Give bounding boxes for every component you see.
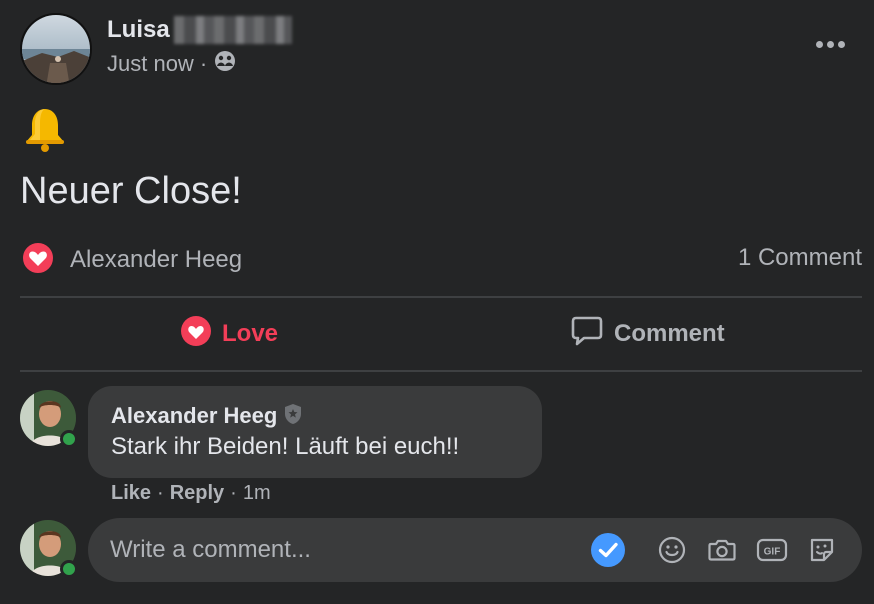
divider — [20, 296, 862, 298]
avatar-photo — [22, 15, 90, 83]
love-icon — [180, 315, 212, 354]
meta-separator: · — [199, 51, 208, 76]
love-reaction-icon — [20, 240, 56, 281]
comment-actions: Like · Reply · 1m — [111, 480, 271, 506]
admin-shield-icon — [283, 403, 303, 430]
friends-icon[interactable] — [213, 49, 237, 79]
separator: · — [230, 481, 237, 504]
gif-label: GIF — [764, 547, 781, 558]
gif-icon[interactable]: GIF — [754, 532, 790, 568]
more-options-button[interactable] — [812, 30, 848, 58]
comment-composer: GIF — [88, 518, 862, 582]
redacted-surname — [173, 16, 292, 44]
post-text: Neuer Close! — [20, 170, 242, 212]
comment-author-row: Alexander Heeg — [111, 402, 303, 430]
love-label: Love — [222, 320, 279, 347]
more-dot-icon — [815, 40, 823, 48]
emoji-icon[interactable] — [654, 532, 690, 568]
comment-count[interactable]: 1 Comment — [738, 244, 862, 272]
comment-time[interactable]: 1m — [243, 482, 271, 505]
more-dot-icon — [837, 40, 845, 48]
bell-icon — [26, 109, 64, 152]
divider — [20, 370, 862, 372]
love-button[interactable]: Love — [180, 312, 278, 356]
author-header: Luisa — [107, 14, 292, 46]
reactor-name[interactable]: Alexander Heeg — [70, 246, 242, 274]
author-avatar[interactable] — [20, 13, 92, 85]
comment-bubble — [88, 386, 542, 478]
separator: · — [157, 481, 164, 504]
online-status-indicator — [60, 430, 78, 448]
comment-text: Stark ihr Beiden! Läuft bei euch!! — [111, 433, 460, 460]
comment-like-button[interactable]: Like — [111, 482, 151, 505]
bell-emoji — [20, 104, 70, 154]
comment-bubble-icon — [570, 315, 604, 354]
online-status-indicator — [60, 560, 78, 578]
comment-button[interactable]: Comment — [570, 312, 725, 356]
comment-input[interactable] — [110, 532, 580, 568]
post-meta: Just now · — [107, 50, 237, 78]
camera-icon[interactable] — [704, 532, 740, 568]
post-timestamp[interactable]: Just now — [107, 51, 194, 77]
author-name[interactable]: Luisa — [107, 16, 170, 44]
reaction-summary[interactable]: Alexander Heeg — [20, 240, 242, 280]
more-dot-icon — [826, 40, 834, 48]
comment-author[interactable]: Alexander Heeg — [111, 403, 277, 429]
comment-label: Comment — [614, 320, 725, 347]
comment-reply-button[interactable]: Reply — [170, 482, 224, 505]
sticker-icon[interactable] — [804, 532, 840, 568]
checkmark-icon[interactable] — [590, 532, 626, 568]
